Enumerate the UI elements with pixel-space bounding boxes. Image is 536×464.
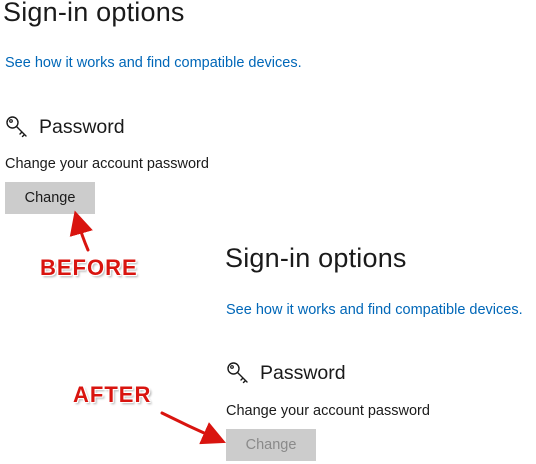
annotation-arrows — [69, 210, 226, 445]
after-arrow — [160, 411, 226, 445]
before-arrow — [69, 210, 93, 252]
